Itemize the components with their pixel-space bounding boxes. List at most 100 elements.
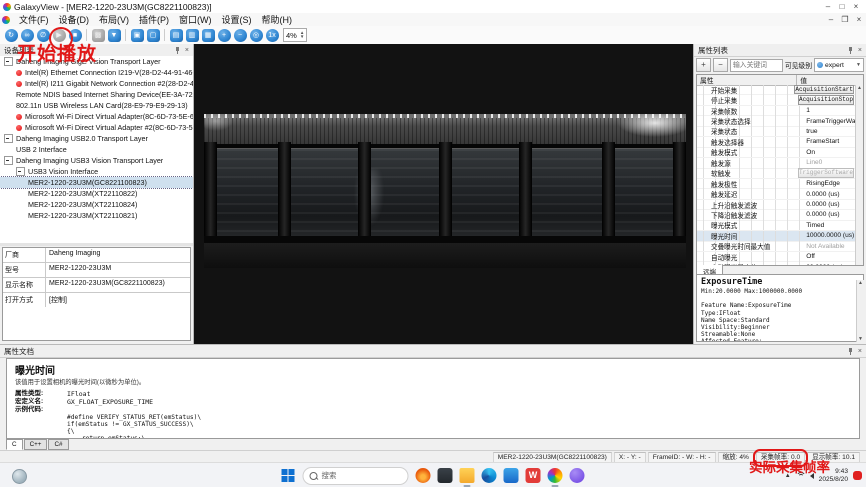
property-row[interactable]: 上升沿触发滤波0.0000 (us) bbox=[697, 200, 856, 210]
menu-plugin[interactable]: 插件(P) bbox=[134, 13, 174, 26]
keyword-filter-input[interactable] bbox=[730, 59, 783, 72]
feature-doc-scrollbar[interactable]: ▲ ▼ bbox=[856, 280, 864, 342]
property-row[interactable]: 曝光模式Timed bbox=[697, 221, 856, 231]
child-window-icon bbox=[2, 16, 10, 24]
close-panel-icon[interactable]: × bbox=[858, 47, 862, 54]
pin-icon[interactable] bbox=[847, 348, 854, 355]
property-row[interactable]: 触发源Line0 bbox=[697, 158, 856, 168]
menu-device[interactable]: 设备(D) bbox=[54, 13, 95, 26]
column-attribute: 属性 bbox=[697, 75, 797, 85]
zoom-in-icon[interactable]: + bbox=[218, 29, 231, 42]
collapse-icon[interactable] bbox=[4, 134, 13, 143]
tree-node-camera[interactable]: MER2-1220-23U3M(XT22110824) bbox=[0, 199, 193, 210]
property-row-exposure-time[interactable]: 曝光时间10000.0000 (us) bbox=[697, 231, 856, 241]
start-button[interactable] bbox=[282, 469, 296, 483]
tree-node-camera[interactable]: MER2-1220-23U3M(XT22110822) bbox=[0, 188, 193, 199]
pin-icon[interactable] bbox=[174, 47, 181, 54]
taskbar-file-explorer-icon[interactable] bbox=[460, 468, 475, 483]
grid-view-1-icon[interactable]: ▥ bbox=[186, 29, 199, 42]
property-row[interactable]: 采集状态选择FrameTriggerWait bbox=[697, 116, 856, 126]
window-layout-2-icon[interactable]: ▢ bbox=[147, 29, 160, 42]
taskbar-widget-icon[interactable] bbox=[12, 469, 27, 484]
menu-layout[interactable]: 布局(V) bbox=[94, 13, 134, 26]
taskbar-app-icon[interactable] bbox=[570, 468, 585, 483]
image-display-canvas[interactable] bbox=[194, 44, 694, 344]
property-row[interactable]: 下降沿触发滤波0.0000 (us) bbox=[697, 210, 856, 220]
property-row[interactable]: 交叠曝光时间最大值Not Available bbox=[697, 242, 856, 252]
menu-window[interactable]: 窗口(W) bbox=[174, 13, 217, 26]
taskbar-app-browser-icon[interactable] bbox=[416, 468, 431, 483]
property-row[interactable]: 采集状态true bbox=[697, 127, 856, 137]
pin-icon[interactable] bbox=[847, 47, 854, 54]
menu-settings[interactable]: 设置(S) bbox=[217, 13, 257, 26]
property-row[interactable]: 软触发TriggerSoftware bbox=[697, 169, 856, 179]
trigger-software-button[interactable]: TriggerSoftware bbox=[798, 168, 854, 178]
tree-node-usb3-interface[interactable]: USB3 Vision Interface bbox=[0, 166, 193, 177]
taskbar-store-icon[interactable] bbox=[504, 468, 519, 483]
tree-node-usb2-tl[interactable]: Daheng Imaging USB2.0 Transport Layer bbox=[0, 133, 193, 144]
tree-node-usb2-interface[interactable]: USB 2 Interface bbox=[0, 144, 193, 155]
visibility-level-select[interactable]: expert ▼ bbox=[814, 58, 864, 72]
tree-node-adapter[interactable]: Intel(R) Ethernet Connection I219-V(28-D… bbox=[0, 67, 193, 78]
property-row[interactable]: 采集帧数1 bbox=[697, 106, 856, 116]
taskbar-search-box[interactable]: 搜索 bbox=[303, 467, 409, 485]
property-row[interactable]: 触发选择器FrameStart bbox=[697, 137, 856, 147]
zoom-level-spinbox[interactable]: 4% ▲▼ bbox=[283, 28, 307, 42]
expand-all-button[interactable]: + bbox=[696, 58, 711, 72]
spinner-arrows-icon[interactable]: ▲▼ bbox=[300, 31, 304, 39]
roi-tool-icon[interactable]: ▤ bbox=[170, 29, 183, 42]
close-panel-icon[interactable]: × bbox=[858, 348, 862, 355]
refresh-devices-icon[interactable]: ↻ bbox=[5, 29, 18, 42]
actual-size-icon[interactable]: 1x bbox=[266, 29, 279, 42]
property-row[interactable]: 停止采集AcquisitionStop bbox=[697, 95, 856, 105]
taskbar-wps-icon[interactable]: W bbox=[526, 468, 541, 483]
taskbar-edge-icon[interactable] bbox=[482, 468, 497, 483]
property-row[interactable]: 触发延迟0.0000 (us) bbox=[697, 189, 856, 199]
collapse-all-button[interactable]: − bbox=[713, 58, 728, 72]
collapse-icon[interactable] bbox=[4, 156, 13, 165]
window-layout-1-icon[interactable]: ▣ bbox=[131, 29, 144, 42]
collapse-icon[interactable] bbox=[16, 167, 25, 176]
child-restore-button[interactable]: ❐ bbox=[838, 15, 852, 24]
property-row[interactable]: 开始采集AcquisitionStart bbox=[697, 85, 856, 95]
property-row[interactable]: 触发极性RisingEdge bbox=[697, 179, 856, 189]
tab-c[interactable]: C bbox=[6, 439, 23, 450]
taskbar-galaxyview-icon[interactable] bbox=[548, 468, 563, 483]
tree-node-adapter[interactable]: Remote NDIS based Internet Sharing Devic… bbox=[0, 89, 193, 100]
property-scrollbar[interactable]: ▲ bbox=[855, 85, 863, 265]
property-row[interactable]: 自动曝光Off bbox=[697, 252, 856, 262]
horizontal-splitter[interactable] bbox=[0, 243, 193, 246]
feature-doc-line: Type:IFloat bbox=[701, 310, 859, 317]
acquisition-stop-button[interactable]: AcquisitionStop bbox=[798, 95, 854, 105]
tree-node-camera-selected[interactable]: MER2-1220-23U3M(GC8221100823) bbox=[0, 177, 193, 188]
frame-post bbox=[519, 142, 532, 243]
menu-help[interactable]: 帮助(H) bbox=[257, 13, 298, 26]
collapse-icon[interactable] bbox=[4, 57, 13, 66]
tab-csharp[interactable]: C# bbox=[48, 439, 68, 450]
tree-node-usb3-tl[interactable]: Daheng Imaging USB3 Vision Transport Lay… bbox=[0, 155, 193, 166]
child-minimize-button[interactable]: – bbox=[824, 15, 838, 24]
save-image-icon[interactable]: ▼ bbox=[108, 29, 121, 42]
taskbar-app-terminal-icon[interactable] bbox=[438, 468, 453, 483]
fit-window-icon[interactable]: ◎ bbox=[250, 29, 263, 42]
minimize-button[interactable]: – bbox=[821, 2, 835, 11]
close-button[interactable]: × bbox=[849, 2, 863, 11]
tree-node-adapter[interactable]: Intel(R) I211 Gigabit Network Connection… bbox=[0, 78, 193, 89]
acquisition-start-button[interactable]: AcquisitionStart bbox=[794, 85, 854, 95]
menu-bar: 文件(F) 设备(D) 布局(V) 插件(P) 窗口(W) 设置(S) 帮助(H… bbox=[0, 13, 866, 27]
tree-node-camera[interactable]: MER2-1220-23U3M(XT22110821) bbox=[0, 210, 193, 221]
zoom-out-icon[interactable]: − bbox=[234, 29, 247, 42]
notification-badge[interactable] bbox=[853, 471, 862, 480]
grid-view-2-icon[interactable]: ▦ bbox=[202, 29, 215, 42]
doc-sample-label: 示例代码: bbox=[15, 406, 67, 414]
tree-node-adapter[interactable]: Microsoft Wi-Fi Direct Virtual Adapter(8… bbox=[0, 111, 193, 122]
child-close-button[interactable]: × bbox=[852, 15, 866, 24]
tab-cpp[interactable]: C++ bbox=[24, 439, 48, 450]
close-panel-icon[interactable]: × bbox=[185, 47, 189, 54]
maximize-button[interactable]: □ bbox=[835, 2, 849, 11]
property-row[interactable]: 触发模式On bbox=[697, 148, 856, 158]
menu-file[interactable]: 文件(F) bbox=[14, 13, 54, 26]
tree-node-adapter[interactable]: 802.11n USB Wireless LAN Card(28-E9-79-E… bbox=[0, 100, 193, 111]
scroll-up-icon[interactable]: ▲ bbox=[857, 85, 862, 91]
tree-node-adapter[interactable]: Microsoft Wi-Fi Direct Virtual Adapter #… bbox=[0, 122, 193, 133]
